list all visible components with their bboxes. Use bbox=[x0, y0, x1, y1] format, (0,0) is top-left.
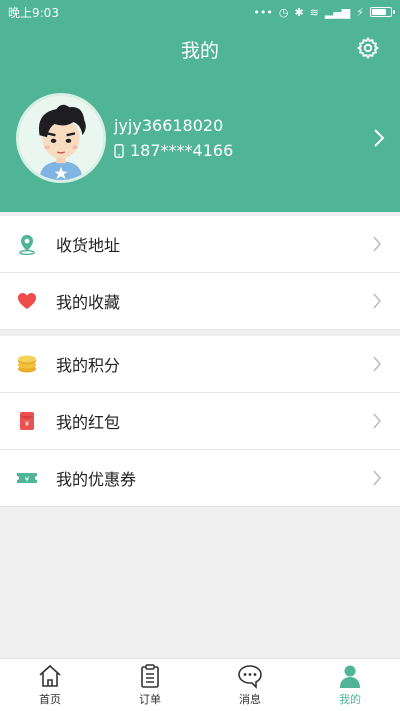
phone-row: 187****4166 bbox=[114, 141, 372, 160]
status-icons: ••• ◷ ✱ ≋ ▂▄▆ ⚡ bbox=[253, 5, 395, 19]
tab-home[interactable]: 首页 bbox=[0, 659, 100, 711]
clipboard-icon bbox=[141, 664, 159, 688]
battery-icon bbox=[370, 7, 395, 17]
tab-label: 消息 bbox=[239, 693, 261, 706]
chat-bubble-icon bbox=[238, 665, 262, 689]
menu-label: 我的收藏 bbox=[56, 293, 121, 312]
username: jyjy36618020 bbox=[114, 116, 224, 135]
charging-icon: ⚡ bbox=[356, 5, 364, 19]
location-pin-icon bbox=[16, 233, 38, 255]
status-bar: 晚上9:03 ••• ◷ ✱ ≋ ▂▄▆ ⚡ bbox=[0, 0, 400, 24]
phone-icon bbox=[114, 143, 124, 158]
chevron-right-icon[interactable] bbox=[372, 127, 386, 149]
menu-label: 收货地址 bbox=[56, 236, 121, 255]
page-title: 我的 bbox=[180, 40, 219, 62]
user-info: jyjy36618020 187****4166 bbox=[114, 116, 372, 160]
menu-label: 我的红包 bbox=[56, 413, 121, 432]
bluetooth-icon: ✱ bbox=[294, 5, 304, 19]
chevron-right-icon bbox=[373, 356, 381, 372]
bottom-tab-bar: 首页 订单 消息 我的 bbox=[0, 658, 400, 711]
menu-group-2: 我的积分 ¥ 我的红包 ¥ 我的优惠券 bbox=[0, 336, 400, 507]
heart-icon bbox=[16, 290, 38, 312]
wifi-icon: ≋ bbox=[309, 5, 319, 19]
alarm-icon: ◷ bbox=[278, 5, 289, 19]
coupon-icon: ¥ bbox=[16, 467, 38, 489]
coins-icon bbox=[16, 353, 38, 375]
red-envelope-icon: ¥ bbox=[16, 410, 38, 432]
menu-item-points[interactable]: 我的积分 bbox=[0, 336, 400, 393]
status-time: 晚上9:03 bbox=[8, 5, 59, 20]
tab-mine[interactable]: 我的 bbox=[300, 659, 400, 711]
more-dots-icon: ••• bbox=[253, 5, 273, 19]
tab-messages[interactable]: 消息 bbox=[200, 659, 300, 711]
avatar-cartoon-icon bbox=[19, 96, 103, 180]
chevron-right-icon bbox=[373, 293, 381, 309]
svg-text:¥: ¥ bbox=[25, 420, 30, 428]
tab-label: 首页 bbox=[39, 693, 61, 706]
home-icon bbox=[39, 664, 61, 687]
menu-label: 我的积分 bbox=[56, 356, 121, 375]
profile-header: 我的 jyjy36618020 187****4166 bbox=[0, 24, 400, 212]
signal-icon: ▂▄▆ bbox=[324, 5, 351, 19]
chevron-right-icon bbox=[373, 470, 381, 486]
avatar[interactable] bbox=[16, 93, 106, 183]
tab-orders[interactable]: 订单 bbox=[100, 659, 200, 711]
menu-item-address[interactable]: 收货地址 bbox=[0, 216, 400, 273]
chevron-right-icon bbox=[373, 413, 381, 429]
tab-label: 订单 bbox=[139, 693, 161, 706]
menu-group-1: 收货地址 我的收藏 bbox=[0, 216, 400, 330]
chevron-right-icon bbox=[373, 236, 381, 252]
menu-item-favorites[interactable]: 我的收藏 bbox=[0, 273, 400, 330]
menu-item-red-envelope[interactable]: ¥ 我的红包 bbox=[0, 393, 400, 450]
person-icon bbox=[340, 665, 360, 688]
svg-text:¥: ¥ bbox=[25, 476, 30, 484]
menu-item-coupons[interactable]: ¥ 我的优惠券 bbox=[0, 450, 400, 507]
menu-label: 我的优惠券 bbox=[56, 470, 137, 489]
settings-gear-icon[interactable] bbox=[356, 36, 380, 60]
profile-card[interactable]: jyjy36618020 187****4166 bbox=[16, 92, 386, 184]
tab-label: 我的 bbox=[339, 693, 361, 706]
phone-number: 187****4166 bbox=[130, 141, 234, 160]
